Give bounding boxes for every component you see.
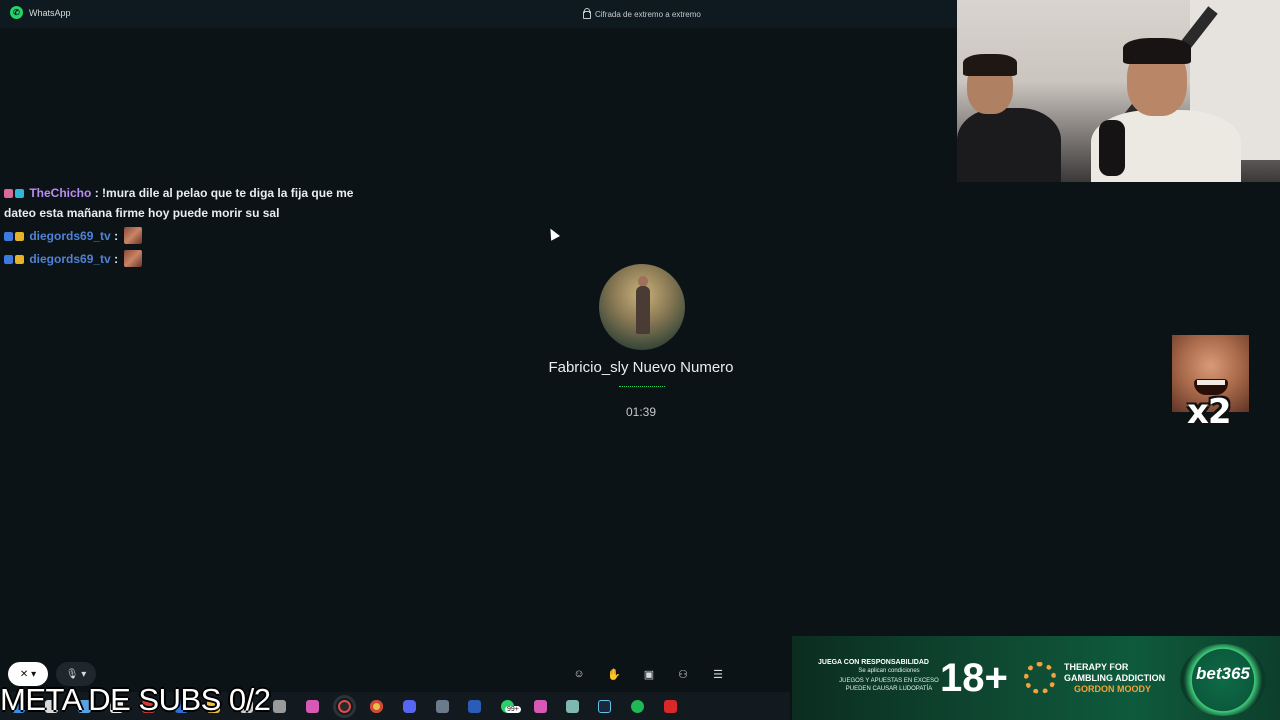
app-icon[interactable]	[566, 700, 579, 713]
screen-share-button[interactable]: ▣	[642, 667, 656, 681]
ad-therapy-text: THERAPY FOR	[1064, 662, 1129, 672]
subs-goal-overlay: META DE SUBS 0/2	[0, 682, 271, 717]
ad-warning-text: JUEGOS Y APUESTAS EN EXCESO PUEDEN CAUSA…	[818, 677, 960, 693]
call-timer: 01:39	[625, 405, 657, 419]
badge-icon	[15, 189, 24, 198]
screen-share-icon: ▣	[643, 668, 655, 681]
crown-icon	[15, 232, 24, 241]
chat-username: diegords69_tv	[29, 252, 111, 266]
emote-icon	[124, 227, 143, 244]
hand-icon: ✋	[607, 668, 621, 681]
word-icon[interactable]	[468, 700, 481, 713]
age-restriction-label: 18+	[940, 656, 1008, 700]
chrome-icon[interactable]	[370, 700, 383, 713]
ad-brand-logo: bet365	[1196, 664, 1250, 683]
meme-count: x2	[1187, 392, 1232, 432]
call-status-dots	[619, 386, 665, 387]
spotify-icon[interactable]	[631, 700, 644, 713]
webcam-overlay	[957, 0, 1280, 182]
add-person-icon: ⚇	[678, 668, 688, 681]
pdf-reader-icon[interactable]	[664, 700, 677, 713]
chat-username: TheChicho	[29, 186, 92, 200]
ad-conditions-text: Se aplican condiciones	[858, 668, 920, 674]
calculator-icon[interactable]	[436, 700, 449, 713]
chat-separator: :	[94, 186, 99, 200]
badge-icon	[4, 232, 13, 241]
ad-therapy-org: GORDON MOODY	[1074, 684, 1152, 694]
whatsapp-logo-icon: ✆	[10, 6, 23, 19]
steam-icon[interactable]	[598, 700, 611, 713]
app-icon[interactable]	[273, 700, 286, 713]
chat-separator: :	[114, 252, 119, 266]
ad-warning-line: JUEGOS Y APUESTAS EN EXCESO	[839, 678, 939, 684]
add-participant-button[interactable]: ⚇	[676, 667, 690, 681]
obs-icon[interactable]	[333, 695, 356, 718]
emote-icon	[124, 250, 143, 267]
app-icon[interactable]	[306, 700, 319, 713]
menu-icon: ☰	[713, 668, 723, 681]
gordon-moody-logo-icon	[1024, 662, 1056, 694]
ad-banner[interactable]: JUEGA CON RESPONSABILIDAD Se aplican con…	[792, 636, 1280, 720]
ad-warning-line: PUEDEN CAUSAR LUDOPATÍA	[845, 686, 933, 692]
app-icon[interactable]	[534, 700, 547, 713]
caller-avatar	[599, 264, 685, 350]
mouse-cursor-icon	[546, 226, 560, 241]
ad-responsible-text: JUEGA CON RESPONSABILIDAD	[818, 659, 929, 666]
stream-chat: TheChicho : !mura dile al pelao que te d…	[4, 183, 384, 269]
caller-name: Fabricio_sly Nuevo Numero	[548, 359, 734, 376]
microphone-image	[1099, 120, 1125, 176]
discord-icon[interactable]	[403, 700, 416, 713]
encryption-label: Cifrada de extremo a extremo	[595, 9, 701, 19]
more-options-button[interactable]: ☰	[711, 667, 725, 681]
chat-message: diegords69_tv :	[4, 226, 384, 246]
camera-off-icon: ✕ ▾	[19, 668, 37, 680]
emoji-reaction-button[interactable]: ☺	[572, 667, 586, 681]
encryption-notice: Cifrada de extremo a extremo	[583, 8, 701, 19]
chat-message: diegords69_tv :	[4, 249, 384, 269]
mic-icon: 🎙 ▾	[65, 668, 87, 680]
lock-icon	[583, 8, 591, 19]
badge-icon	[4, 255, 13, 264]
raise-hand-button[interactable]: ✋	[607, 667, 621, 681]
smiley-icon: ☺	[573, 668, 585, 680]
app-name: WhatsApp	[29, 7, 71, 18]
badge-icon	[4, 189, 13, 198]
chat-separator: :	[114, 229, 119, 243]
app-title: ✆ WhatsApp	[10, 6, 71, 19]
chat-message: TheChicho : !mura dile al pelao que te d…	[4, 183, 384, 223]
ad-therapy-text: GAMBLING ADDICTION	[1064, 673, 1166, 683]
chat-username: diegords69_tv	[29, 229, 111, 243]
notification-badge: 99+	[505, 706, 521, 713]
crown-icon	[15, 255, 24, 264]
window-titlebar: ✆ WhatsApp Cifrada de extremo a extremo	[0, 0, 957, 28]
